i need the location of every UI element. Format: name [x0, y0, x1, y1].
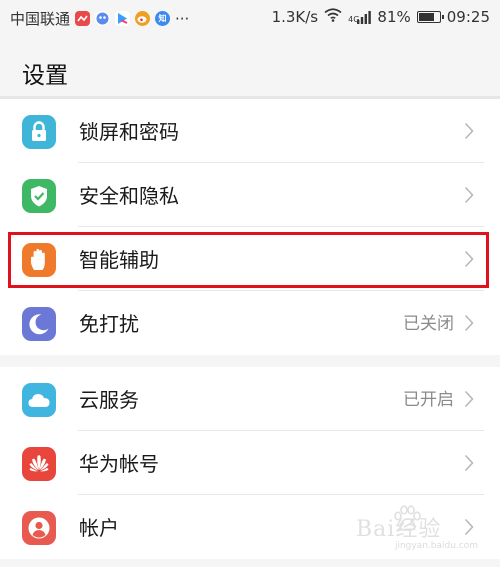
shield-check-icon	[22, 179, 56, 213]
baidu-paw-icon	[394, 505, 421, 531]
battery-icon	[416, 11, 444, 23]
zhihu-icon: 知	[155, 11, 171, 26]
chevron-right-icon	[464, 454, 474, 472]
battery-percent: 81%	[377, 8, 411, 26]
hand-icon	[22, 243, 56, 277]
settings-item-label: 帐户	[79, 516, 119, 540]
huawei-logo-icon	[22, 447, 56, 481]
settings-item-security-privacy[interactable]: 安全和隐私	[0, 163, 500, 227]
settings-item-smart-assistance[interactable]: 智能辅助	[0, 227, 500, 291]
clock: 09:25	[446, 8, 490, 26]
video-app-icon	[115, 11, 131, 26]
watermark-url: jingyan.baidu.com	[394, 541, 478, 551]
baidu-jingyan-watermark: Bai经验 jingyan.baidu.com	[348, 505, 478, 551]
wifi-icon	[324, 8, 342, 26]
user-icon	[22, 511, 56, 545]
lock-icon	[22, 115, 56, 149]
chevron-right-icon	[464, 314, 474, 332]
settings-item-label: 锁屏和密码	[79, 120, 179, 144]
chevron-right-icon	[464, 122, 474, 140]
settings-item-label: 安全和隐私	[79, 184, 179, 208]
more-notifications-indicator: ···	[175, 9, 190, 28]
settings-group-security: 锁屏和密码 安全和隐私 智能辅助 免打扰 已关闭	[0, 99, 500, 355]
cellular-signal-icon: 4G	[348, 10, 372, 24]
moon-icon	[22, 307, 56, 341]
weibo-icon	[135, 11, 151, 26]
status-left: 中国联通 知 ···	[10, 8, 189, 29]
carrier-label: 中国联通	[10, 10, 71, 28]
settings-item-do-not-disturb[interactable]: 免打扰 已关闭	[0, 291, 500, 355]
dnd-status-value: 已关闭	[403, 314, 454, 334]
settings-item-label: 云服务	[79, 388, 139, 412]
page-title: 设置	[22, 63, 68, 89]
settings-item-label: 智能辅助	[79, 248, 159, 272]
network-speed: 1.3K/s	[271, 8, 319, 26]
settings-item-huawei-account[interactable]: 华为帐号	[0, 431, 500, 495]
game-app-icon	[95, 11, 111, 26]
battery-level-fill	[418, 13, 435, 21]
chevron-right-icon	[464, 250, 474, 268]
chevron-right-icon	[464, 390, 474, 408]
status-bar: 中国联通 知 ··· 1.3K/s 4G 81% 09:25	[0, 0, 500, 36]
settings-item-label: 华为帐号	[79, 452, 159, 476]
messaging-app-icon	[75, 11, 91, 26]
settings-item-cloud-service[interactable]: 云服务 已开启	[0, 367, 500, 431]
chevron-right-icon	[464, 186, 474, 204]
settings-item-lock-screen[interactable]: 锁屏和密码	[0, 99, 500, 163]
settings-item-label: 免打扰	[79, 312, 139, 336]
cloud-icon	[22, 383, 56, 417]
cloud-status-value: 已开启	[403, 390, 454, 410]
status-right: 1.3K/s 4G 81% 09:25	[272, 8, 490, 26]
